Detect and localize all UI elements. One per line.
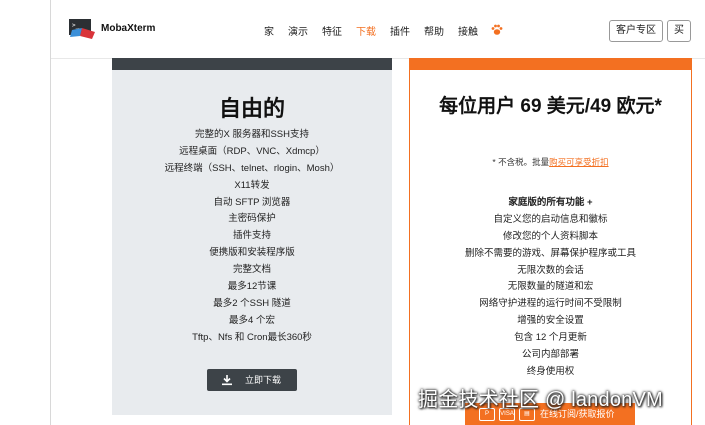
nav-item-plugins[interactable]: 插件 xyxy=(390,23,410,38)
feature-item: 修改您的个人资料脚本 xyxy=(502,230,598,242)
nav-item-demo[interactable]: 演示 xyxy=(288,23,308,38)
paw-icon[interactable] xyxy=(491,24,503,36)
feature-item: 无限次数的会话 xyxy=(517,264,584,276)
feature-item: 插件支持 xyxy=(232,230,271,242)
card-top-bar xyxy=(112,58,392,70)
page-frame: >_ MobaXterm 家 演示 特征 下载 插件 帮助 接触 客户专区 买 … xyxy=(50,0,705,425)
feature-item: 删除不需要的游戏、屏幕保护程序或工具 xyxy=(464,247,636,259)
feature-item: 增强的安全设置 xyxy=(517,315,584,327)
tax-note-text: * 不含税。批量 xyxy=(492,157,550,167)
nav-item-download[interactable]: 下载 xyxy=(356,23,376,38)
feature-item: 包含 12 个月更新 xyxy=(514,332,587,344)
free-feature-list: 完整的X 服务器和SSH支持 远程桌面（RDP、VNC、Xdmcp） 远程终端（… xyxy=(112,127,392,347)
feature-item: 无限数量的隧道和宏 xyxy=(507,281,594,293)
feature-item: 自动 SFTP 浏览器 xyxy=(213,196,291,208)
logo-text[interactable]: MobaXterm xyxy=(101,23,155,34)
feature-item: X11转发 xyxy=(234,179,270,191)
card-top-bar xyxy=(410,58,691,70)
feature-item: 最多2 个SSH 隧道 xyxy=(213,297,291,309)
tax-note: * 不含税。批量购买可享受折扣 xyxy=(410,156,691,168)
feature-item: 便携版和安装程序版 xyxy=(209,247,295,259)
pro-feature-list: 家庭版的所有功能 + 自定义您的启动信息和徽标 修改您的个人资料脚本 删除不需要… xyxy=(410,195,691,381)
top-navbar: >_ MobaXterm 家 演示 特征 下载 插件 帮助 接触 客户专区 买 xyxy=(51,0,705,59)
feature-item: 网络守护进程的运行时间不受限制 xyxy=(479,298,622,310)
client-area-button[interactable]: 客户专区 xyxy=(609,20,663,42)
nav-item-features[interactable]: 特征 xyxy=(322,23,342,38)
buy-button[interactable]: 买 xyxy=(667,20,691,42)
pro-card-price-title: 每位用户 69 美元/49 欧元* xyxy=(439,96,662,117)
professional-edition-card: 每位用户 69 美元/49 欧元* * 不含税。批量购买可享受折扣 家庭版的所有… xyxy=(409,58,692,425)
nav-item-home[interactable]: 家 xyxy=(264,23,274,38)
main-nav-menu: 家 演示 特征 下载 插件 帮助 接触 xyxy=(264,23,492,38)
feature-item: 完整文档 xyxy=(232,264,271,276)
volume-discount-link[interactable]: 购买可享受折扣 xyxy=(549,157,609,167)
svg-text:>_: >_ xyxy=(72,22,80,29)
feature-item: 最多4 个宏 xyxy=(229,314,275,326)
feature-item: 最多12节课 xyxy=(227,281,277,293)
feature-item: 自定义您的启动信息和徽标 xyxy=(493,213,608,225)
feature-item: Tftp、Nfs 和 Cron最长360秒 xyxy=(192,331,312,343)
download-button-label: 立即下载 xyxy=(245,375,282,385)
mobaxterm-logo-icon[interactable]: >_ xyxy=(68,18,96,40)
feature-item: 家庭版的所有功能 + xyxy=(508,197,593,208)
free-card-title: 自由的 xyxy=(218,96,285,121)
feature-item: 远程终端（SSH、telnet、rlogin、Mosh） xyxy=(164,162,340,174)
watermark-text: 掘金技术社区 @ landonVM xyxy=(418,389,663,411)
free-edition-card: 自由的 完整的X 服务器和SSH支持 远程桌面（RDP、VNC、Xdmcp） 远… xyxy=(112,58,392,415)
nav-item-help[interactable]: 帮助 xyxy=(424,23,444,38)
download-icon xyxy=(222,375,232,386)
nav-item-contact[interactable]: 接触 xyxy=(458,23,478,38)
feature-item: 完整的X 服务器和SSH支持 xyxy=(194,129,309,140)
feature-item: 终身使用权 xyxy=(526,365,575,377)
feature-item: 主密码保护 xyxy=(228,213,276,225)
download-now-button[interactable]: 立即下载 xyxy=(207,369,297,391)
feature-item: 远程桌面（RDP、VNC、Xdmcp） xyxy=(179,145,325,157)
feature-item: 公司内部部署 xyxy=(521,349,579,361)
